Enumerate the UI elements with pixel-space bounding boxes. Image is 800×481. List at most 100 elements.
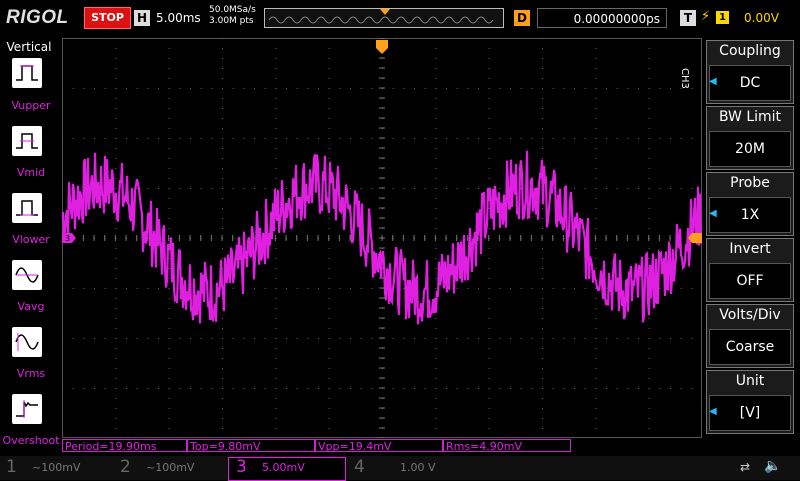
grid-dot <box>510 88 511 89</box>
grid-dot <box>275 38 277 39</box>
vupper-icon <box>16 65 38 81</box>
invert-value[interactable]: OFF <box>709 263 791 299</box>
trigger-source[interactable]: 1 <box>716 11 729 24</box>
vlower-button[interactable] <box>12 193 42 223</box>
memory-position-bar[interactable] <box>264 8 504 28</box>
unit-value[interactable]: [V] <box>709 395 791 431</box>
grid-dot <box>659 338 661 339</box>
rising-edge-icon: ⚡ <box>701 9 711 24</box>
vmid-button[interactable] <box>12 126 42 156</box>
grid-dot <box>147 138 149 139</box>
grid-dot <box>499 138 501 139</box>
bw-limit-menu[interactable]: BW Limit 20M <box>706 106 794 170</box>
coupling-title: Coupling <box>719 43 781 59</box>
measurement-period[interactable]: Period=19.90ms <box>62 439 187 453</box>
grid-dot <box>360 138 362 139</box>
grid-dot <box>552 88 554 89</box>
grid-dot <box>318 288 319 289</box>
vrms-button[interactable] <box>12 327 42 357</box>
grid-dot <box>595 138 597 139</box>
ch2-number[interactable]: 2 <box>120 457 131 477</box>
grid-dot <box>158 188 159 189</box>
measurement-rms[interactable]: Rms=4.90mV <box>443 439 571 453</box>
grid-dot <box>648 398 650 399</box>
grid-dot <box>606 388 607 389</box>
vavg-button[interactable] <box>12 260 42 290</box>
grid-dot <box>360 88 362 89</box>
timebase-value[interactable]: 5.00ms <box>156 11 201 25</box>
invert-menu[interactable]: Invert OFF <box>706 238 794 302</box>
unit-menu[interactable]: Unit [V] ◀ <box>706 370 794 434</box>
grid-dot <box>595 38 597 39</box>
coupling-menu[interactable]: Coupling DC ◀ <box>706 40 794 104</box>
grid-dot <box>542 58 543 59</box>
grid-dot <box>232 338 234 339</box>
ch3-number[interactable]: 3 <box>236 457 247 477</box>
grid-dot <box>360 288 362 289</box>
grid-dot <box>275 148 277 149</box>
grid-dot <box>488 98 490 99</box>
grid-dot <box>488 278 490 279</box>
grid-dot <box>62 338 63 339</box>
grid-dot <box>115 68 117 69</box>
delay-value[interactable]: 0.00000000ps <box>537 8 667 28</box>
grid-dot <box>595 68 597 69</box>
grid-dot <box>328 338 330 339</box>
grid-dot <box>168 48 170 49</box>
grid-dot <box>168 38 170 39</box>
overshoot-icon <box>16 400 38 418</box>
overshoot-button[interactable] <box>12 394 42 424</box>
vupper-button[interactable] <box>12 58 42 88</box>
coupling-value[interactable]: DC <box>709 65 791 101</box>
grid-dot <box>115 328 117 329</box>
grid-dot <box>264 388 266 389</box>
grid-dot <box>435 348 437 349</box>
grid-dot <box>542 428 543 429</box>
trigger-level[interactable]: 0.00V <box>744 11 779 25</box>
grid-dot <box>115 98 117 99</box>
run-stop-status[interactable]: STOP <box>84 7 131 29</box>
speaker-mute-icon[interactable]: 🔈 <box>764 458 781 474</box>
grid-dot <box>648 148 650 149</box>
grid-dot <box>328 288 330 289</box>
grid-dot <box>222 248 223 249</box>
volts-div-value[interactable]: Coarse <box>709 329 791 365</box>
grid-dot <box>648 178 650 179</box>
grid-dot <box>328 418 330 419</box>
volts-div-menu[interactable]: Volts/Div Coarse <box>706 304 794 368</box>
measurement-vpp[interactable]: Vpp=19.4mV <box>315 439 443 453</box>
grid-dot <box>307 88 309 89</box>
grid-dot <box>126 388 127 389</box>
grid-dot <box>595 108 597 109</box>
usb-icon: ⇄ <box>740 460 751 474</box>
ch1-number[interactable]: 1 <box>6 457 17 477</box>
grid-dot <box>670 388 671 389</box>
grid-dot <box>616 388 618 389</box>
grid-dot <box>179 388 181 389</box>
waveform-display[interactable]: 3 <box>60 37 703 439</box>
grid-dot <box>222 338 223 339</box>
grid-dot <box>307 338 309 339</box>
measurement-top[interactable]: Top=9.80mV <box>187 439 315 453</box>
vmid-label: Vmid <box>16 166 46 179</box>
grid-dot <box>595 168 597 169</box>
grid-dot <box>168 408 170 409</box>
probe-menu[interactable]: Probe 1X ◀ <box>706 172 794 236</box>
bw-limit-value[interactable]: 20M <box>709 131 791 167</box>
grid-dot <box>286 338 287 339</box>
grid-dot <box>232 288 234 289</box>
grid-dot <box>158 288 159 289</box>
grid-dot <box>595 178 597 179</box>
grid-dot <box>104 388 106 389</box>
ch4-number[interactable]: 4 <box>354 457 365 477</box>
grid-dot <box>670 338 671 339</box>
grid-dot <box>424 338 426 339</box>
grid-dot <box>328 148 330 149</box>
ch3-ground-label: 3 <box>65 234 70 243</box>
grid-dot <box>488 308 490 309</box>
grid-dot <box>115 368 117 369</box>
grid-dot <box>648 48 650 49</box>
grid-dot <box>595 128 597 129</box>
grid-dot <box>627 188 629 189</box>
probe-value[interactable]: 1X <box>709 197 791 233</box>
